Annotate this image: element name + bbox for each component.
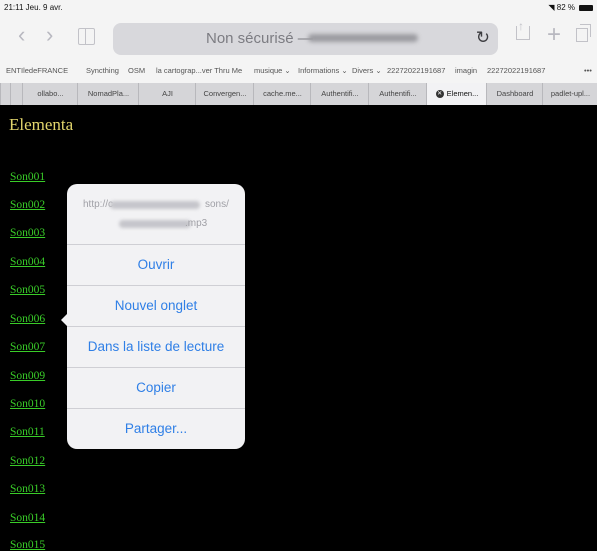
tab-label: AJI	[162, 89, 173, 98]
status-bar: 21:11 Jeu. 9 avr. ◥ 82 %	[0, 0, 597, 14]
safari-chrome: 21:11 Jeu. 9 avr. ◥ 82 % ‹ › Non sécuris…	[0, 0, 597, 105]
sound-link[interactable]: Son001	[10, 171, 45, 183]
url-line2-end: .mp3	[185, 218, 208, 229]
favorite-item[interactable]: Syncthing	[86, 66, 119, 75]
sound-link[interactable]: Son009	[10, 370, 45, 382]
sound-link[interactable]: Son014	[10, 512, 45, 524]
favorites-more[interactable]: •••	[584, 66, 592, 75]
tab[interactable]: padlet-upl...	[542, 83, 597, 105]
sound-link[interactable]: Son011	[10, 426, 45, 438]
sound-link[interactable]: Son003	[10, 227, 45, 239]
url-start: http://c	[83, 199, 114, 210]
tab[interactable]: NomadPla...	[77, 83, 139, 105]
open-action[interactable]: Ouvrir	[67, 245, 245, 286]
date: Jeu. 9 avr.	[25, 3, 63, 12]
tab-active[interactable]: ✕ Elemen...	[426, 83, 487, 105]
sound-link[interactable]: Son010	[10, 398, 45, 410]
tab[interactable]: Convergen...	[195, 83, 254, 105]
battery-level: 82 %	[556, 3, 575, 12]
link-preview-url: http://c sons/ .mp3	[67, 184, 245, 245]
new-tab-action[interactable]: Nouvel onglet	[67, 286, 245, 327]
tab[interactable]: Dashboard	[486, 83, 543, 105]
sound-link[interactable]: Son002	[10, 199, 45, 211]
sound-link[interactable]: Son006	[10, 313, 45, 325]
tab[interactable]: cache.me...	[253, 83, 311, 105]
url-line1-end: sons/	[205, 199, 229, 210]
url-redacted	[110, 201, 200, 209]
new-tab-icon[interactable]: +	[547, 22, 561, 48]
address-redacted	[308, 34, 418, 42]
tab-label: NomadPla...	[87, 89, 130, 98]
sound-link[interactable]: Son005	[10, 284, 45, 296]
back-icon[interactable]: ‹	[18, 22, 25, 48]
address-text: Non sécurisé —	[206, 30, 313, 47]
tab-label: Elemen...	[446, 89, 479, 98]
favorite-item[interactable]: OSM	[128, 66, 145, 75]
page-title: Elementa	[9, 115, 74, 134]
tab[interactable]: Authentifi...	[310, 83, 369, 105]
tab-label: Authentifi...	[379, 89, 417, 98]
favorite-item[interactable]: 22272022191687	[487, 66, 545, 75]
close-tab-icon[interactable]: ✕	[435, 90, 444, 99]
tabs-icon[interactable]	[576, 24, 591, 42]
favorite-item[interactable]: ENTIledeFRANCE	[6, 66, 68, 75]
favorite-item[interactable]: Informations ⌄	[298, 66, 348, 75]
clock: 21:11	[4, 3, 24, 12]
tab-label: Convergen...	[203, 89, 247, 98]
reading-list-action[interactable]: Dans la liste de lecture	[67, 327, 245, 368]
tab[interactable]: Authentifi...	[368, 83, 427, 105]
tab-label: cache.me...	[263, 89, 302, 98]
favorite-item[interactable]: 22272022191687	[387, 66, 445, 75]
address-bar[interactable]: Non sécurisé — ↻	[113, 23, 498, 55]
sound-link[interactable]: Son015	[10, 539, 45, 551]
tab[interactable]: AJI	[138, 83, 196, 105]
reload-icon[interactable]: ↻	[476, 28, 490, 48]
sound-link[interactable]: Son013	[10, 483, 45, 495]
status-right: ◥ 82 %	[548, 3, 575, 12]
bookmarks-icon[interactable]	[78, 28, 95, 45]
tab-label: Dashboard	[496, 89, 534, 98]
tab-label: Authentifi...	[321, 89, 359, 98]
copy-action[interactable]: Copier	[67, 368, 245, 409]
favorite-item[interactable]: la cartograp...ver Thru Me	[156, 66, 242, 75]
sound-link[interactable]: Son007	[10, 341, 45, 353]
tab-label: padlet-upl...	[550, 89, 591, 98]
toolbar: ‹ › Non sécurisé — ↻ +	[0, 13, 597, 60]
tab-label: ollabo...	[37, 89, 64, 98]
share-icon[interactable]	[516, 13, 530, 40]
url-line1: http://c	[83, 199, 113, 210]
favorites-bar: ENTIledeFRANCE Syncthing OSM la cartogra…	[0, 61, 597, 81]
favorite-item[interactable]: musique ⌄	[254, 66, 291, 75]
sound-link[interactable]: Son004	[10, 256, 45, 268]
battery-icon	[579, 5, 593, 11]
link-context-menu: http://c sons/ .mp3 Ouvrir Nouvel onglet…	[61, 184, 245, 449]
tab[interactable]: ollabo...	[22, 83, 78, 105]
sound-link[interactable]: Son012	[10, 455, 45, 467]
favorite-item[interactable]: imagin	[455, 66, 477, 75]
forward-icon[interactable]: ›	[46, 22, 53, 48]
share-action[interactable]: Partager...	[67, 409, 245, 449]
status-time: 21:11 Jeu. 9 avr.	[4, 3, 63, 12]
favorite-item[interactable]: Divers ⌄	[352, 66, 382, 75]
tab-bar: ollabo... NomadPla... AJI Convergen... c…	[0, 83, 597, 105]
url-redacted	[119, 220, 191, 228]
